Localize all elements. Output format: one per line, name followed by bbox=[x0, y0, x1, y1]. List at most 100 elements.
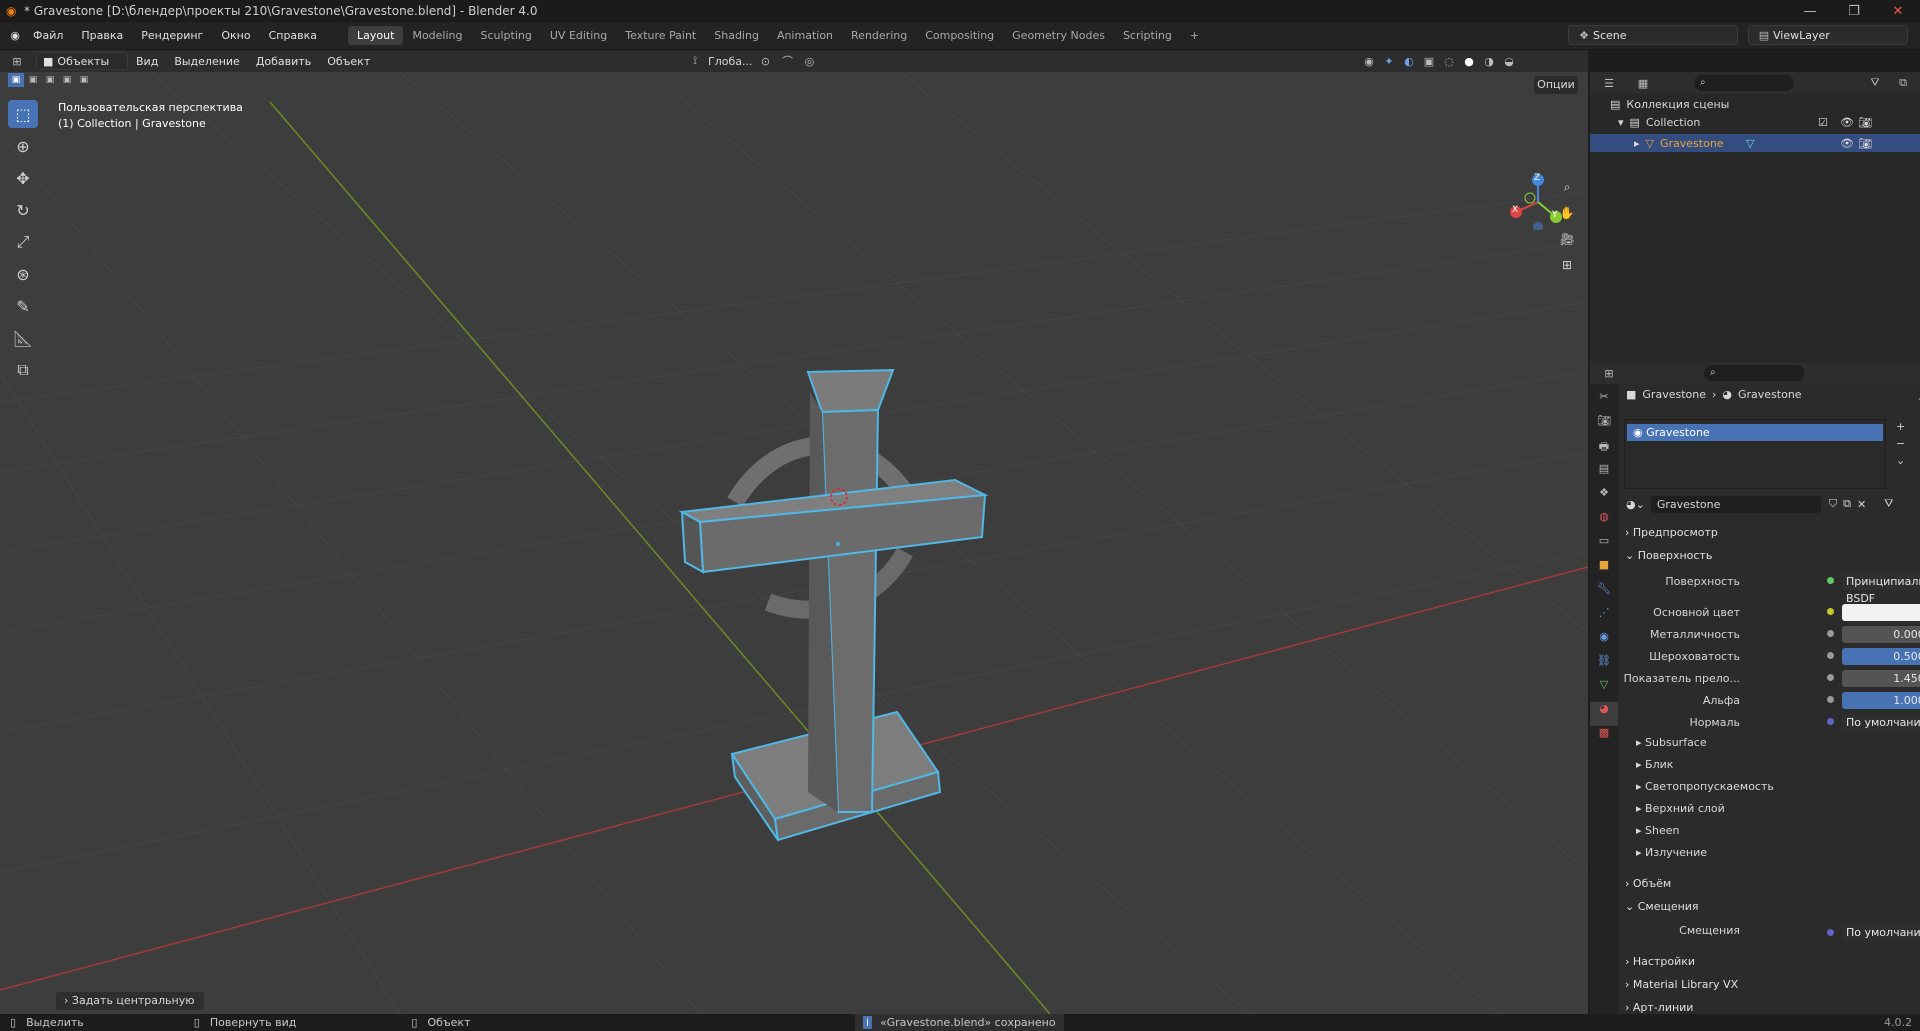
base-color-swatch[interactable] bbox=[1842, 603, 1920, 621]
3d-viewport[interactable]: Пользовательская перспектива (1) Collect… bbox=[0, 72, 1588, 1014]
add-cube-tool-icon[interactable]: ⧉ bbox=[8, 356, 38, 384]
menu-object[interactable]: Объект bbox=[319, 55, 378, 68]
display-mode-icon[interactable]: ▦ bbox=[1634, 74, 1652, 92]
menu-view[interactable]: Вид bbox=[128, 55, 166, 68]
section-displacement[interactable]: ⌄ Смещения bbox=[1625, 900, 1699, 913]
gizmo-icon[interactable]: ✦ bbox=[1380, 52, 1398, 70]
section-surface[interactable]: ⌄ Поверхность bbox=[1625, 549, 1712, 562]
outliner-search-input[interactable]: ⌕ bbox=[1694, 75, 1794, 91]
filter-icon[interactable]: ⛛ bbox=[1866, 74, 1884, 92]
add-workspace-button[interactable]: + bbox=[1181, 26, 1208, 45]
pivot-icon[interactable]: ⊙ bbox=[756, 52, 774, 70]
menu-add[interactable]: Добавить bbox=[248, 55, 319, 68]
normal-field[interactable]: По умолчанию bbox=[1842, 713, 1920, 731]
transform-tool-icon[interactable]: ⊛ bbox=[8, 260, 38, 288]
outliner-root[interactable]: ▤ Коллекция сцены bbox=[1610, 98, 1729, 111]
select-new-icon[interactable]: ▣ bbox=[8, 73, 24, 87]
render-tab-icon[interactable]: 📷︎ bbox=[1590, 414, 1618, 438]
annotate-tool-icon[interactable]: ✎ bbox=[8, 292, 38, 320]
scene-tab-icon[interactable]: ❖ bbox=[1590, 486, 1618, 510]
blender-menu-icon[interactable]: ◉ bbox=[6, 27, 24, 45]
properties-editor-icon[interactable]: ⊞ bbox=[1600, 364, 1618, 382]
tab-sculpting[interactable]: Sculpting bbox=[472, 26, 541, 45]
gravestone-object[interactable] bbox=[678, 368, 989, 842]
scale-tool-icon[interactable]: ⤢ bbox=[8, 228, 38, 256]
options-button[interactable]: Опции bbox=[1534, 76, 1578, 94]
select-subtract-icon[interactable]: ▣ bbox=[42, 73, 58, 87]
collection-tab-icon[interactable]: ▭ bbox=[1590, 534, 1618, 558]
ortho-grid-icon[interactable]: ⊞ bbox=[1556, 254, 1578, 276]
material-slot-item[interactable]: ◉ Gravestone bbox=[1627, 424, 1883, 441]
subsection-specular[interactable]: ▸ Блик bbox=[1636, 758, 1673, 771]
roughness-field[interactable]: 0.500 bbox=[1842, 647, 1920, 665]
tab-uv-editing[interactable]: UV Editing bbox=[541, 26, 616, 45]
tab-texture-paint[interactable]: Texture Paint bbox=[616, 26, 705, 45]
mode-selector[interactable]: ■ Объекты bbox=[36, 52, 128, 70]
subsection-transmission[interactable]: ▸ Светопропускаемость bbox=[1636, 780, 1774, 793]
fake-user-icon[interactable]: ⛉ bbox=[1829, 497, 1837, 511]
xray-icon[interactable]: ▣ bbox=[1420, 52, 1438, 70]
new-collection-icon[interactable]: ⧉ bbox=[1894, 74, 1912, 92]
tab-modeling[interactable]: Modeling bbox=[403, 26, 471, 45]
scene-selector[interactable]: ❖ Scene bbox=[1568, 25, 1738, 45]
tab-layout[interactable]: Layout bbox=[348, 26, 404, 45]
section-settings[interactable]: › Настройки bbox=[1625, 955, 1695, 968]
section-material-library[interactable]: › Material Library VX bbox=[1625, 978, 1738, 991]
tab-compositing[interactable]: Compositing bbox=[916, 26, 1003, 45]
move-tool-icon[interactable]: ✥ bbox=[8, 164, 38, 192]
select-invert-icon[interactable]: ▣ bbox=[59, 73, 75, 87]
metallic-field[interactable]: 0.000 bbox=[1842, 625, 1920, 643]
subsection-subsurface[interactable]: ▸ Subsurface bbox=[1636, 736, 1707, 749]
tool-tab-icon[interactable]: ✂ bbox=[1590, 390, 1618, 414]
checkbox-icon[interactable]: ☑ bbox=[1818, 116, 1828, 129]
menu-window[interactable]: Окно bbox=[212, 29, 259, 42]
transform-orientation-icon[interactable]: ⟟ bbox=[686, 52, 704, 70]
surface-shader-field[interactable]: Принципиальный BSDF bbox=[1842, 572, 1920, 605]
tab-animation[interactable]: Animation bbox=[768, 26, 842, 45]
editor-type-icon[interactable]: ⊞ bbox=[8, 52, 26, 70]
overlay-icon[interactable]: ◐ bbox=[1400, 52, 1418, 70]
subsection-coat[interactable]: ▸ Верхний слой bbox=[1636, 802, 1725, 815]
section-lineart[interactable]: › Арт-линии bbox=[1625, 1001, 1693, 1014]
slot-menu-icon[interactable]: ⌄ bbox=[1896, 454, 1905, 467]
menu-help[interactable]: Справка bbox=[260, 29, 326, 42]
subsection-sheen[interactable]: ▸ Sheen bbox=[1636, 824, 1680, 837]
camera-view-icon[interactable]: 🎥︎ bbox=[1556, 228, 1578, 250]
camera-icon[interactable]: 📷︎ bbox=[1858, 116, 1872, 129]
rotate-tool-icon[interactable]: ↻ bbox=[8, 196, 38, 224]
solid-shading-icon[interactable]: ● bbox=[1460, 52, 1478, 70]
select-box-tool-icon[interactable]: ⬚ bbox=[8, 100, 38, 128]
duplicate-material-icon[interactable]: ⧉ bbox=[1843, 497, 1851, 511]
ior-field[interactable]: 1.450 bbox=[1842, 669, 1920, 687]
section-preview[interactable]: › Предпросмотр bbox=[1625, 526, 1718, 539]
filter-icon[interactable]: ⛛ bbox=[1884, 497, 1893, 511]
tab-shading[interactable]: Shading bbox=[705, 26, 768, 45]
minimize-button[interactable]: — bbox=[1788, 0, 1832, 22]
tab-geometry-nodes[interactable]: Geometry Nodes bbox=[1003, 26, 1114, 45]
transform-orientation-label[interactable]: Глоба... bbox=[708, 55, 752, 68]
displacement-field[interactable]: По умолчанию bbox=[1842, 924, 1920, 941]
subsection-emission[interactable]: ▸ Излучение bbox=[1636, 846, 1707, 859]
eye-icon[interactable]: 👁︎ bbox=[1840, 116, 1854, 129]
section-volume[interactable]: › Объём bbox=[1625, 877, 1671, 890]
outliner-editor-icon[interactable]: ☰ bbox=[1600, 74, 1618, 92]
measure-tool-icon[interactable]: 📐︎ bbox=[8, 324, 38, 352]
tab-rendering[interactable]: Rendering bbox=[842, 26, 916, 45]
menu-render[interactable]: Рендеринг bbox=[132, 29, 212, 42]
view-layer-tab-icon[interactable]: ▤ bbox=[1590, 462, 1618, 486]
properties-search-input[interactable]: ⌕ bbox=[1704, 365, 1804, 381]
material-shading-icon[interactable]: ◑ bbox=[1480, 52, 1498, 70]
outliner-item-collection[interactable]: ▾ ▤ Collection ☑ 👁︎ 📷︎ bbox=[1618, 116, 1918, 129]
maximize-button[interactable]: ❐ bbox=[1832, 0, 1876, 22]
select-intersect-icon[interactable]: ▣ bbox=[76, 73, 92, 87]
unlink-material-icon[interactable]: ✕ bbox=[1857, 498, 1866, 511]
add-slot-icon[interactable]: + bbox=[1896, 420, 1905, 433]
proportional-edit-icon[interactable]: ◎ bbox=[800, 52, 818, 70]
tab-scripting[interactable]: Scripting bbox=[1114, 26, 1181, 45]
outliner-item-gravestone[interactable]: ▸ ▽ Gravestone ▽ 👁︎ 📷︎ bbox=[1590, 134, 1920, 152]
select-extend-icon[interactable]: ▣ bbox=[25, 73, 41, 87]
output-tab-icon[interactable]: 🖶︎ bbox=[1590, 438, 1618, 462]
remove-slot-icon[interactable]: − bbox=[1896, 437, 1905, 450]
material-name-field[interactable]: Gravestone bbox=[1650, 495, 1821, 513]
eye-icon[interactable]: 👁︎ bbox=[1840, 137, 1854, 150]
